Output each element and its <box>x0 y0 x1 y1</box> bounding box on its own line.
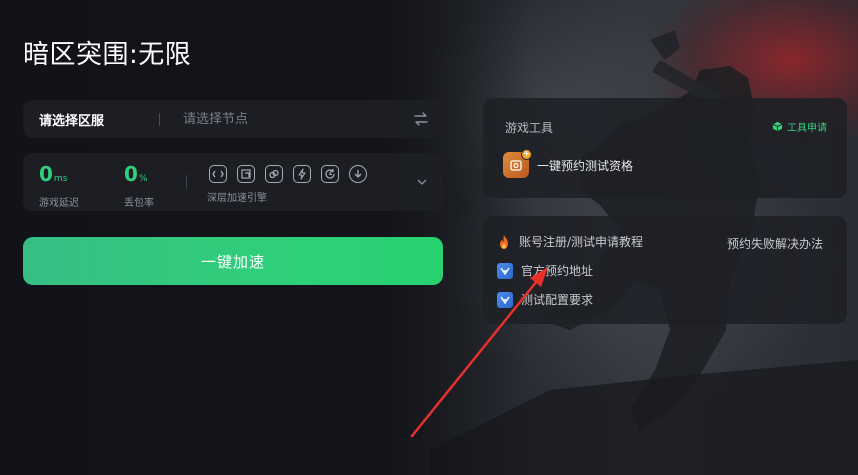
packet-loss-unit: % <box>138 174 148 184</box>
network-stats-panel: 0ms 游戏延迟 0% 丢包率 深层加速引擎 <box>23 153 443 211</box>
refresh-icon[interactable] <box>321 165 339 183</box>
tool-apply-label: 工具申请 <box>787 123 827 134</box>
reservation-fail-link[interactable]: 预约失败解决办法 <box>727 235 823 252</box>
node-select-input[interactable] <box>183 109 403 129</box>
engine-label: 深层加速引擎 <box>207 193 267 204</box>
site-logo-icon <box>497 262 513 279</box>
region-select-label[interactable]: 请选择区服 <box>39 110 104 129</box>
register-guide-label: 账号注册/测试申请教程 <box>519 235 644 249</box>
game-title: 暗区突围:无限 <box>23 40 192 70</box>
test-config-label: 测试配置要求 <box>521 293 594 307</box>
cube-icon <box>772 121 783 132</box>
reserve-test-tool[interactable]: + 一键预约测试资格 <box>503 149 634 178</box>
guides-panel: 账号注册/测试申请教程 预约失败解决办法 官方预约地址 测试配置要求 <box>483 216 847 324</box>
server-selector[interactable]: 请选择区服 <box>23 100 443 138</box>
latency-label: 游戏延迟 <box>39 198 79 209</box>
reservation-icon: + <box>503 149 532 178</box>
official-reservation-label: 官方预约地址 <box>521 264 594 278</box>
game-tools-panel: 游戏工具 工具申请 + 一键预约测试资格 <box>483 98 847 198</box>
download-icon[interactable] <box>349 165 367 183</box>
chevron-down-icon[interactable] <box>417 177 427 187</box>
packet-loss-value: 0 <box>124 162 138 186</box>
tool-apply-link[interactable]: 工具申请 <box>772 119 827 134</box>
plus-badge-icon: + <box>521 149 532 160</box>
latency-unit: ms <box>53 174 68 184</box>
register-guide-link[interactable]: 账号注册/测试申请教程 <box>497 233 643 250</box>
site-logo-icon <box>497 291 513 308</box>
route-icon[interactable] <box>209 165 227 183</box>
test-config-link[interactable]: 测试配置要求 <box>497 291 593 308</box>
swap-arrows-icon[interactable] <box>413 111 429 127</box>
latency-value: 0 <box>39 162 53 186</box>
accelerate-button[interactable]: 一键加速 <box>23 237 443 285</box>
divider <box>159 113 160 126</box>
packet-loss-label: 丢包率 <box>124 198 154 209</box>
tool-item-label: 一键预约测试资格 <box>537 158 634 173</box>
link-icon[interactable] <box>265 165 283 183</box>
packet-loss-stat: 0% 丢包率 <box>124 163 154 209</box>
divider <box>186 175 187 189</box>
tools-title: 游戏工具 <box>505 121 554 135</box>
latency-stat: 0ms 游戏延迟 <box>39 163 79 209</box>
fire-icon <box>500 234 508 249</box>
engine-icons <box>209 165 367 183</box>
window-icon[interactable] <box>237 165 255 183</box>
official-reservation-link[interactable]: 官方预约地址 <box>497 262 593 279</box>
bolt-icon[interactable] <box>293 165 311 183</box>
